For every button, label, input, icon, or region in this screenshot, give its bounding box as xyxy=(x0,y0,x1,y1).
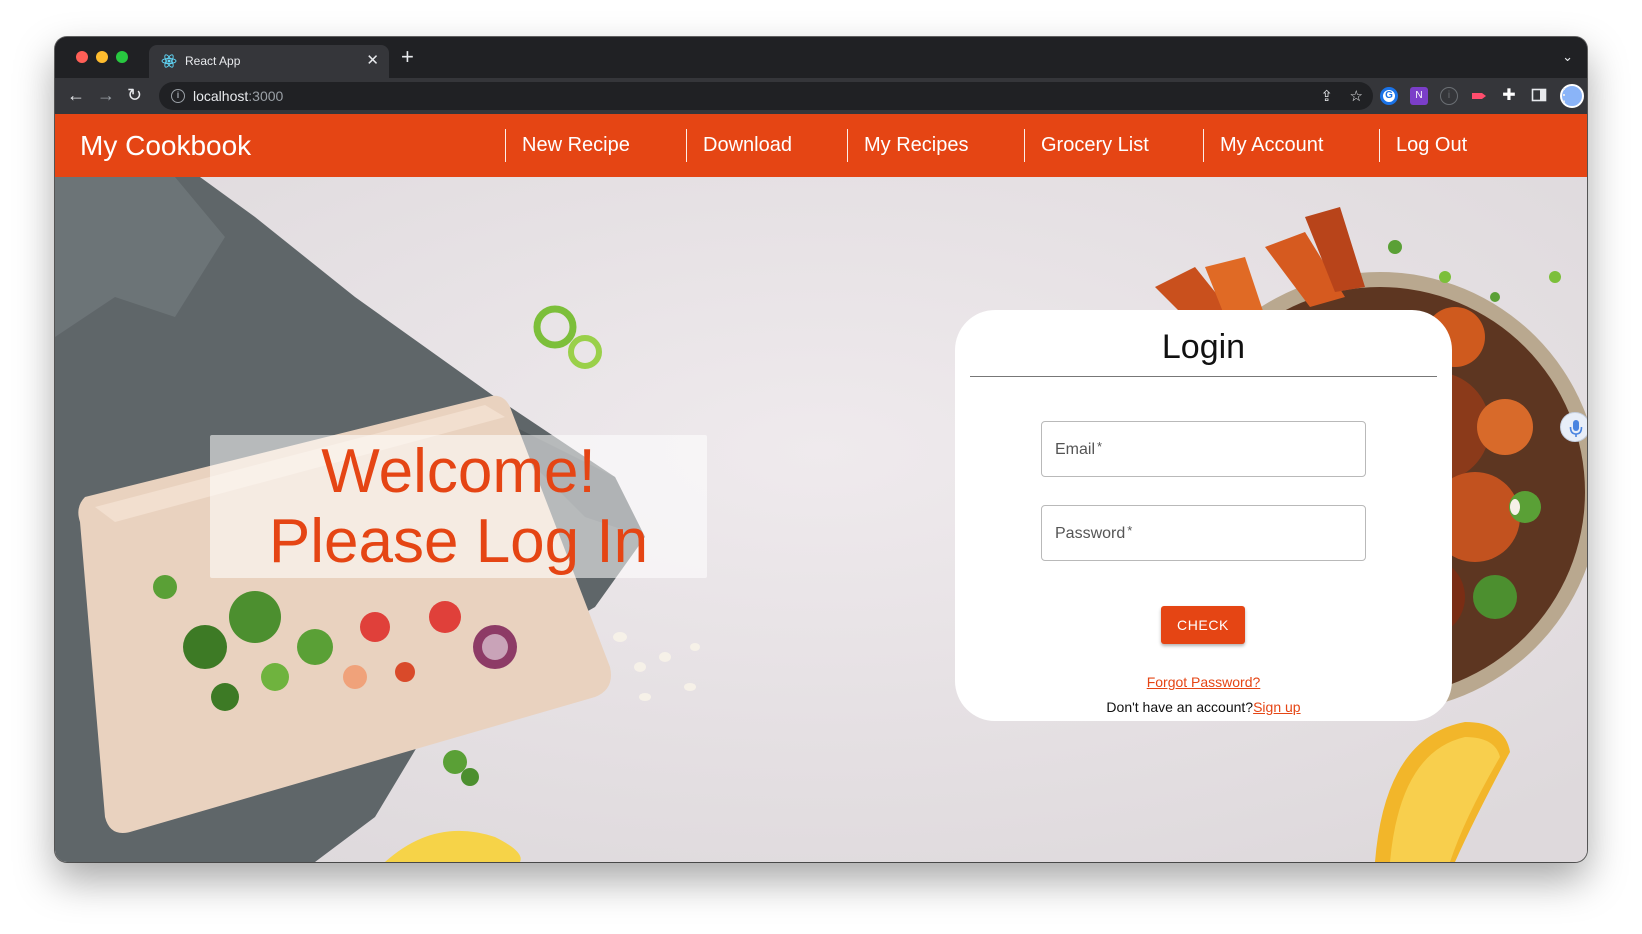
nav-my-account[interactable]: My Account xyxy=(1203,129,1323,162)
browser-window: React App ✕ + ⌄ ← → ↻ i localhost:3000 ⇪… xyxy=(55,37,1587,862)
browser-menu-icon[interactable]: ⋮ xyxy=(1555,85,1573,106)
signup-link[interactable]: Sign up xyxy=(1253,699,1300,715)
tab-close-icon[interactable]: ✕ xyxy=(366,51,379,69)
nav-new-recipe[interactable]: New Recipe xyxy=(505,129,630,162)
check-button[interactable]: CHECK xyxy=(1161,606,1245,644)
password-field[interactable]: Password * xyxy=(1041,505,1366,561)
extensions-puzzle-icon[interactable]: ✚ xyxy=(1500,87,1518,105)
extension-red-icon[interactable] xyxy=(1470,87,1488,105)
react-logo-icon xyxy=(161,54,177,68)
extension-grammar-icon[interactable]: G xyxy=(1380,87,1398,105)
tab-title: React App xyxy=(185,54,241,68)
tab-search-icon[interactable]: ⌄ xyxy=(1562,49,1573,65)
welcome-subheading: Please Log In xyxy=(268,507,649,576)
url-host: localhost xyxy=(193,88,249,104)
title-divider xyxy=(970,376,1437,377)
bookmark-star-icon[interactable]: ☆ xyxy=(1350,87,1363,105)
nav-log-out[interactable]: Log Out xyxy=(1379,129,1467,162)
forward-icon[interactable]: → xyxy=(97,84,115,106)
side-panel-icon[interactable] xyxy=(1530,87,1548,105)
nav-grocery-list[interactable]: Grocery List xyxy=(1024,129,1149,162)
page-viewport: My Cookbook New Recipe Download My Recip… xyxy=(55,114,1587,862)
address-bar[interactable]: i localhost:3000 ⇪ ☆ xyxy=(159,82,1373,110)
reload-icon[interactable]: ↻ xyxy=(127,84,142,106)
url-port: :3000 xyxy=(248,88,284,104)
forgot-password-link[interactable]: Forgot Password? xyxy=(955,674,1452,690)
no-account-text: Don't have an account? xyxy=(1106,699,1254,715)
site-info-icon[interactable]: i xyxy=(171,89,185,103)
welcome-heading: Welcome! xyxy=(321,437,596,506)
share-icon[interactable]: ⇪ xyxy=(1320,87,1333,105)
app-navbar: My Cookbook New Recipe Download My Recip… xyxy=(55,114,1587,177)
maximize-window-button[interactable] xyxy=(116,51,128,63)
back-icon[interactable]: ← xyxy=(67,84,85,106)
brand-title[interactable]: My Cookbook xyxy=(80,130,251,162)
new-tab-button[interactable]: + xyxy=(401,46,414,68)
tab-strip: React App ✕ + ⌄ xyxy=(55,37,1587,78)
login-title: Login xyxy=(1161,328,1246,366)
minimize-window-button[interactable] xyxy=(96,51,108,63)
extension-info-icon[interactable]: i xyxy=(1440,87,1458,105)
nav-my-recipes[interactable]: My Recipes xyxy=(847,129,968,162)
welcome-banner: Welcome! Please Log In xyxy=(210,435,707,578)
email-input[interactable] xyxy=(1042,422,1365,476)
browser-tab[interactable]: React App ✕ xyxy=(149,45,389,78)
email-field[interactable]: Email * xyxy=(1041,421,1366,477)
close-window-button[interactable] xyxy=(76,51,88,63)
signup-prompt: Don't have an account?Sign up xyxy=(955,699,1452,715)
microphone-icon[interactable] xyxy=(1560,412,1587,442)
nav-download[interactable]: Download xyxy=(686,129,792,162)
extension-onenote-icon[interactable]: N xyxy=(1410,87,1428,105)
browser-toolbar: ← → ↻ i localhost:3000 ⇪ ☆ G N i ✚ ⋮ xyxy=(55,78,1587,114)
url-text: localhost:3000 xyxy=(193,88,283,104)
password-input[interactable] xyxy=(1042,506,1365,560)
login-card: Login Email * Password * CHECK Forgot Pass… xyxy=(955,310,1452,721)
